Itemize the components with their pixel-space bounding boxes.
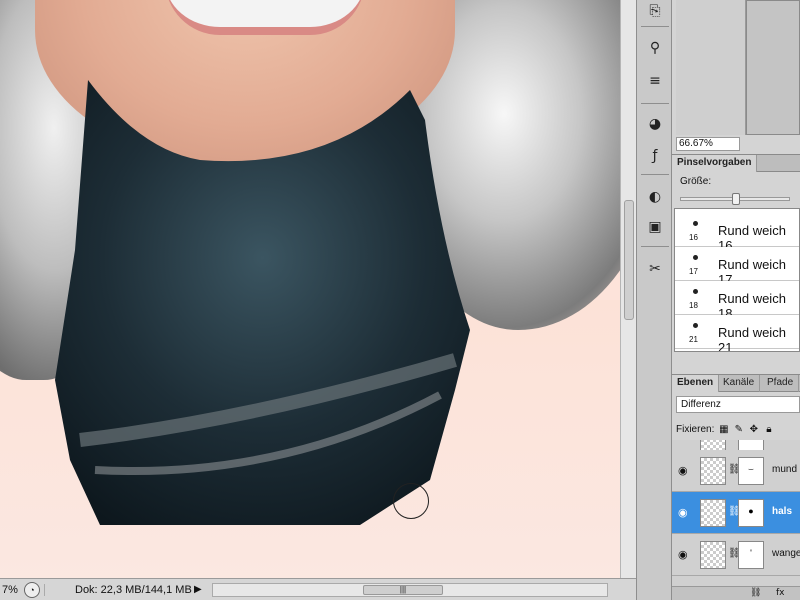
fx-button[interactable]: fx (776, 588, 785, 598)
layers-tabbar: Ebenen Kanäle Pfade (672, 374, 800, 392)
tab-brush-presets[interactable]: Pinselvorgaben (672, 155, 758, 172)
status-zoom-field[interactable]: 7% (0, 584, 20, 596)
layer-row-selected[interactable]: ◉ ⛓ ● hals (672, 492, 800, 534)
tool-divider (641, 26, 669, 27)
layer-mask-thumbnail[interactable]: ⌣ (738, 457, 764, 485)
layers-footer-toolbar: ⛓ fx (672, 586, 800, 600)
navigator-panel: 66.67% (672, 0, 800, 152)
brush-size-slider[interactable] (680, 193, 790, 205)
layer-name[interactable]: mund (772, 464, 797, 475)
blend-mode-select[interactable]: Differenz (676, 396, 800, 413)
stamp-icon[interactable]: ≡ (644, 70, 666, 92)
fx-icon[interactable]: ƒ (644, 145, 666, 167)
brush-icon[interactable]: ⚲ (644, 37, 666, 59)
panel-icon-strip: ⎘ ⚲ ≡ ◕ ƒ ◐ ▣ ✂ (636, 0, 672, 600)
horizontal-scroll-thumb[interactable]: ||| (363, 584, 443, 595)
layer-row[interactable]: ◉ ⛓ ' wange (672, 534, 800, 576)
layer-row[interactable]: ◉ ⛓ ⌣ mund (672, 450, 800, 492)
vertical-scroll-thumb[interactable] (624, 200, 634, 320)
lock-label: Fixieren: (676, 423, 715, 435)
tool-divider (641, 103, 669, 104)
brush-size-number: 21 (689, 335, 698, 344)
layers-list[interactable]: ◉ ⛓ ⌣ mund ◉ ⛓ ● hals ◉ ⛓ ' wange (672, 440, 800, 586)
brush-tip-icon (693, 255, 698, 260)
clone-source-icon[interactable]: ⎘ (644, 0, 666, 22)
navigator-area[interactable] (676, 0, 746, 135)
navigator-preview[interactable] (746, 0, 800, 135)
link-layers-icon[interactable]: ⛓ (750, 588, 761, 598)
visibility-eye-icon[interactable]: ◉ (678, 506, 692, 519)
status-bar: 7% ◔ Dok: 22,3 MB/144,1 MB ▶ ||| (0, 578, 636, 600)
navigator-zoom-input[interactable]: 66.67% (676, 137, 740, 151)
brush-tip-icon (693, 289, 698, 294)
visibility-eye-icon[interactable]: ◉ (678, 464, 692, 477)
tab-channels[interactable]: Kanäle (718, 375, 761, 392)
tool-divider (641, 174, 669, 175)
palette-icon[interactable]: ◕ (644, 113, 666, 135)
lock-position-icon[interactable]: ✥ (748, 424, 759, 435)
tool-divider (641, 246, 669, 247)
document-canvas[interactable] (0, 0, 620, 578)
status-info-icon[interactable]: ◔ (24, 581, 40, 598)
tab-layers[interactable]: Ebenen (672, 375, 720, 392)
layer-mask-thumbnail[interactable]: ● (738, 499, 764, 527)
brush-size-label: Größe: (680, 176, 712, 187)
neck-difference-layer (55, 80, 470, 525)
brush-cursor-circle (393, 483, 429, 519)
brush-tip-icon (693, 323, 698, 328)
lock-transparency-icon[interactable]: ▦ (718, 424, 729, 435)
brush-size-number: 16 (689, 233, 698, 242)
document-size-info: Dok: 22,3 MB/144,1 MB (44, 583, 194, 596)
status-menu-arrow-icon[interactable]: ▶ (194, 584, 208, 595)
brush-tip-icon (693, 221, 698, 226)
tab-paths[interactable]: Pfade (762, 375, 800, 392)
brush-preset-item[interactable]: 16 Rund weich 16 (675, 213, 799, 253)
canvas-vertical-scrollbar[interactable] (620, 0, 636, 578)
tools-icon[interactable]: ✂ (644, 258, 666, 280)
lock-pixels-icon[interactable]: ✎ (733, 424, 744, 435)
layer-name[interactable]: wange (772, 548, 800, 559)
layer-thumbnail[interactable] (700, 541, 726, 569)
layer-name[interactable]: hals (772, 506, 792, 517)
layer-thumbnail[interactable] (700, 499, 726, 527)
layer-thumbnail[interactable] (700, 457, 726, 485)
visibility-eye-icon[interactable]: ◉ (678, 548, 692, 561)
lock-row: Fixieren: ▦ ✎ ✥ 🔒︎ (676, 421, 800, 437)
right-panel-dock: 66.67% Pinselvorgaben Größe: 16 Rund wei… (672, 0, 800, 600)
brush-size-number: 18 (689, 301, 698, 310)
brush-presets-tabbar: Pinselvorgaben (672, 154, 800, 172)
layer-mask-thumbnail[interactable]: ' (738, 541, 764, 569)
brush-size-slider-knob[interactable] (732, 193, 740, 205)
canvas-horizontal-scrollbar[interactable]: ||| (212, 582, 608, 597)
adjustment-icon[interactable]: ◐ (644, 186, 666, 208)
brush-preset-item[interactable]: 17 Rund weich 17 (675, 247, 799, 287)
brush-preset-item[interactable]: 18 Rund weich 18 (675, 281, 799, 321)
brush-preset-item[interactable]: 21 Rund weich 21 (675, 315, 799, 352)
brush-preset-name: Rund weich 21 (718, 325, 786, 352)
brush-preset-list[interactable]: 16 Rund weich 16 17 Rund weich 17 18 Run… (674, 208, 800, 352)
brush-size-number: 17 (689, 267, 698, 276)
mask-icon[interactable]: ▣ (644, 216, 666, 238)
lock-all-icon[interactable]: 🔒︎ (763, 424, 774, 435)
